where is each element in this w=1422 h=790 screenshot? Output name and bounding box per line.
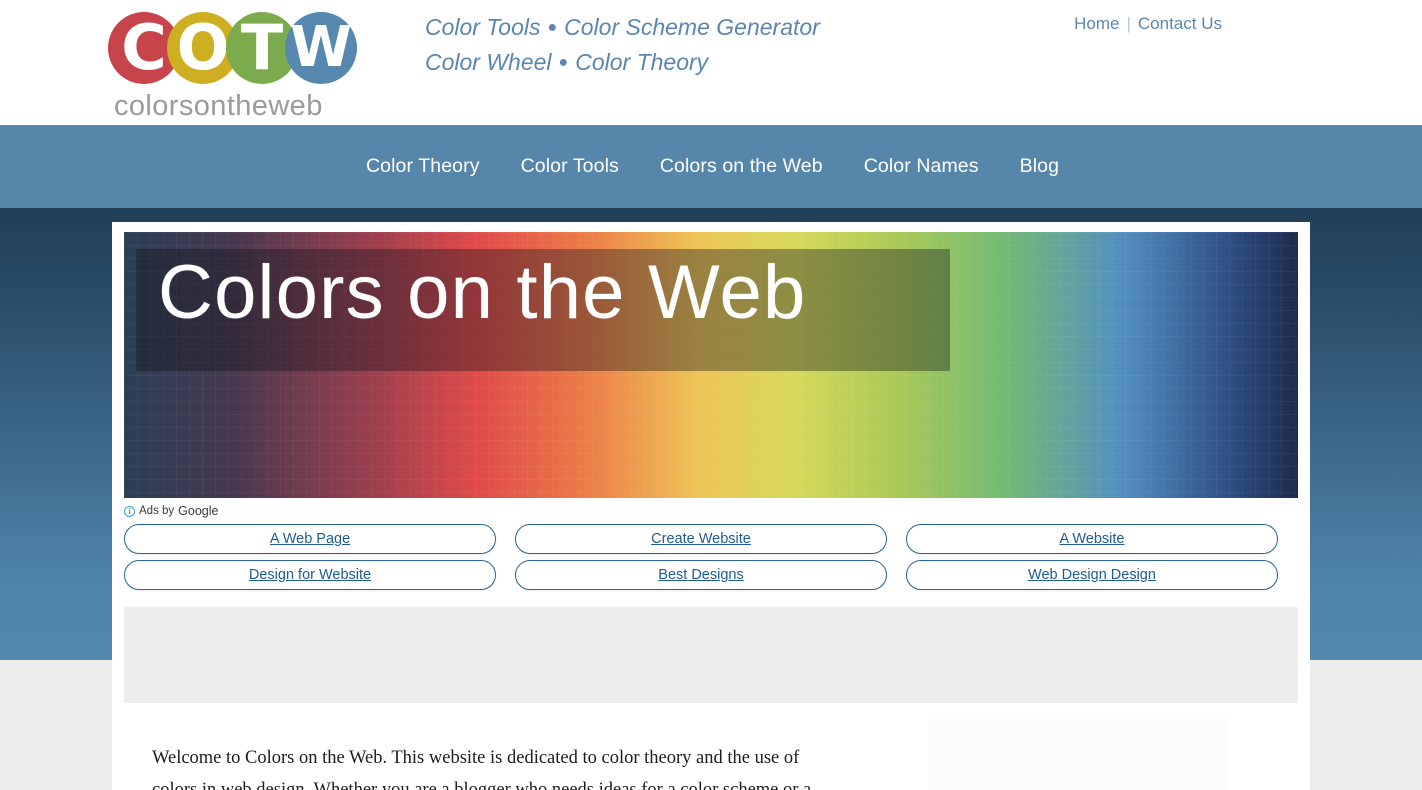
util-nav-separator: | xyxy=(1126,14,1131,33)
ad-chip-design-for-website[interactable]: Design for Website xyxy=(124,560,496,590)
ad-chip-a-web-page[interactable]: A Web Page xyxy=(124,524,496,554)
utility-nav: Home | Contact Us xyxy=(1074,14,1222,34)
tagline-color-theory: Color Theory xyxy=(575,49,709,75)
tagline-bullet-icon: ● xyxy=(547,19,558,36)
hero-title: Colors on the Web xyxy=(158,250,807,335)
intro-paragraph: Welcome to Colors on the Web. This websi… xyxy=(152,742,852,790)
logo-wordmark: colorsontheweb xyxy=(114,90,323,122)
site-header: C O T W colorsontheweb Color Tools ● Color… xyxy=(0,0,1422,125)
scroll-gutter[interactable] xyxy=(1416,195,1422,790)
nav-item-blog[interactable]: Blog xyxy=(1020,155,1059,178)
main-navigation-items: Color Theory Color Tools Colors on the W… xyxy=(366,125,1059,208)
tagline-line-1: Color Tools ● Color Scheme Generator xyxy=(425,10,820,45)
nav-item-color-names[interactable]: Color Names xyxy=(864,155,979,178)
intro-paragraph-line-1: Welcome to Colors on the Web. This websi… xyxy=(152,748,800,768)
tagline-color-wheel: Color Wheel xyxy=(425,49,552,75)
nav-item-colors-on-the-web[interactable]: Colors on the Web xyxy=(660,155,823,178)
info-icon[interactable]: i xyxy=(124,505,135,517)
ad-slot-wide-placeholder xyxy=(124,607,1298,703)
ads-by-google-label: i Ads by Google xyxy=(124,504,218,518)
nav-item-color-tools[interactable]: Color Tools xyxy=(521,155,619,178)
ad-chip-a-website[interactable]: A Website xyxy=(906,524,1278,554)
content-card: Colors on the Web i Ads by Google A Web … xyxy=(112,222,1310,790)
main-navigation-bar: Color Theory Color Tools Colors on the W… xyxy=(0,125,1422,208)
site-tagline: Color Tools ● Color Scheme Generator Color… xyxy=(425,10,820,80)
util-nav-home[interactable]: Home xyxy=(1074,14,1119,33)
site-logo[interactable]: C O T W colorsontheweb xyxy=(108,10,364,122)
tagline-bullet-icon-2: ● xyxy=(558,54,569,71)
nav-item-color-theory[interactable]: Color Theory xyxy=(366,155,480,178)
tagline-line-2: Color Wheel ● Color Theory xyxy=(425,45,820,80)
util-nav-contact-us[interactable]: Contact Us xyxy=(1138,14,1222,33)
hero-banner: Colors on the Web xyxy=(124,232,1298,498)
tagline-color-scheme-generator: Color Scheme Generator xyxy=(564,14,820,40)
ad-slot-side-placeholder xyxy=(928,719,1228,790)
intro-paragraph-line-2: colors in web design. Whether you are a … xyxy=(152,780,812,790)
ads-label-text: Ads by xyxy=(139,505,175,517)
ad-chip-web-design-design[interactable]: Web Design Design xyxy=(906,560,1278,590)
logo-circles: C O T W xyxy=(108,10,364,86)
ad-chip-best-designs[interactable]: Best Designs xyxy=(515,560,887,590)
logo-letter-w: W xyxy=(285,12,357,84)
ad-chip-create-website[interactable]: Create Website xyxy=(515,524,887,554)
tagline-color-tools: Color Tools xyxy=(425,14,541,40)
page-root: C O T W colorsontheweb Color Tools ● Color… xyxy=(0,0,1422,790)
ad-chip-grid: A Web Page Create Website A Website Desi… xyxy=(124,524,1294,590)
ads-label-brand: Google xyxy=(178,504,219,518)
